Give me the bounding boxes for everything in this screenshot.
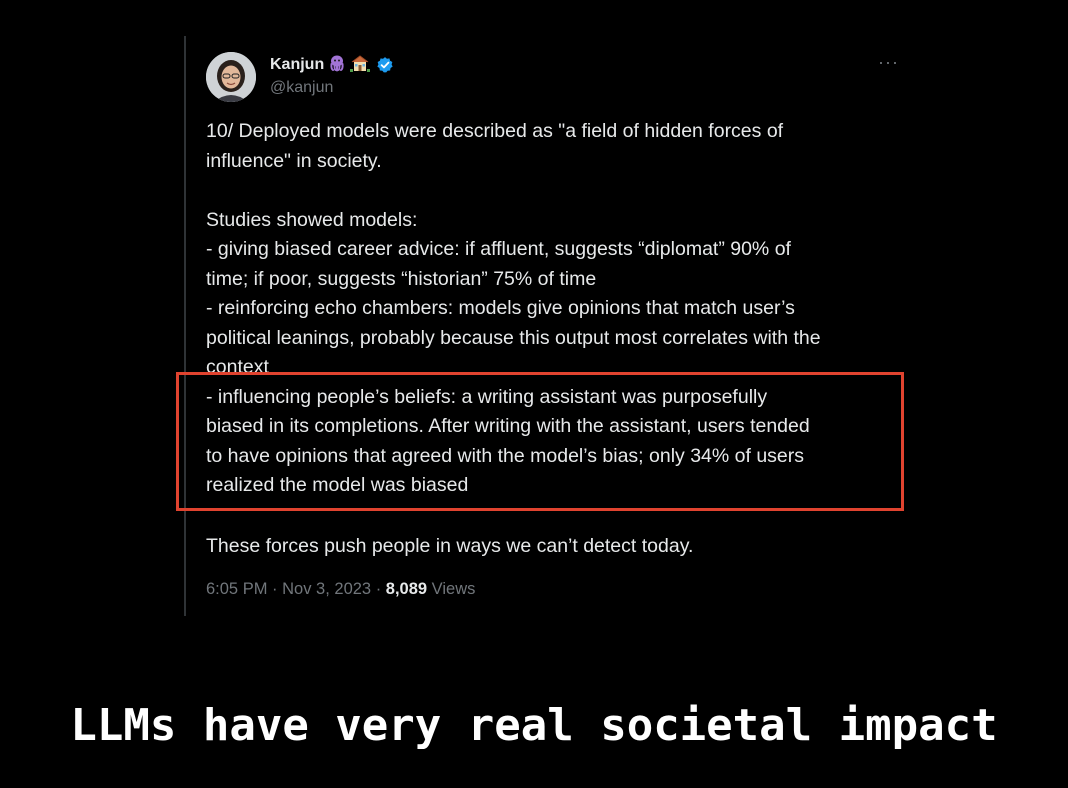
user-handle[interactable]: @kanjun [270, 79, 394, 97]
name-row: Kanjun [270, 54, 394, 75]
tweet-metadata: 6:05 PM · Nov 3, 2023 · 8,089 Views [206, 580, 475, 599]
tweet-line: political leanings, probably because thi… [206, 326, 821, 349]
views-label: Views [431, 580, 476, 598]
slide-caption: LLMs have very real societal impact [70, 700, 998, 751]
highlight-box [176, 372, 904, 511]
avatar-image [206, 52, 256, 102]
thread-line [184, 36, 186, 616]
verified-badge-icon [376, 56, 394, 74]
tweet-date[interactable]: Nov 3, 2023 [282, 580, 371, 598]
tweet-line: Studies showed models: [206, 208, 418, 231]
tweet-time[interactable]: 6:05 PM [206, 580, 267, 598]
tweet-line: - giving biased career advice: if afflue… [206, 238, 791, 260]
tweet-line: influence" in society. [206, 149, 382, 172]
octopus-icon [328, 54, 346, 75]
author-block: Kanjun @kanjun [270, 54, 394, 97]
tweet-line: time; if poor, suggests “historian” 75% … [206, 267, 597, 290]
meta-separator: · [371, 580, 386, 598]
avatar[interactable] [206, 52, 256, 102]
house-icon [350, 54, 371, 75]
more-options-icon[interactable]: ··· [878, 52, 899, 73]
tweet-line: 10/ Deployed models were described as "a… [206, 120, 784, 142]
tweet-line: - reinforcing echo chambers: models give… [206, 297, 795, 319]
meta-separator: · [267, 580, 283, 598]
tweet-closing-line: These forces push people in ways we can’… [206, 535, 694, 557]
display-name[interactable]: Kanjun [270, 56, 324, 74]
views-count: 8,089 [385, 580, 428, 598]
